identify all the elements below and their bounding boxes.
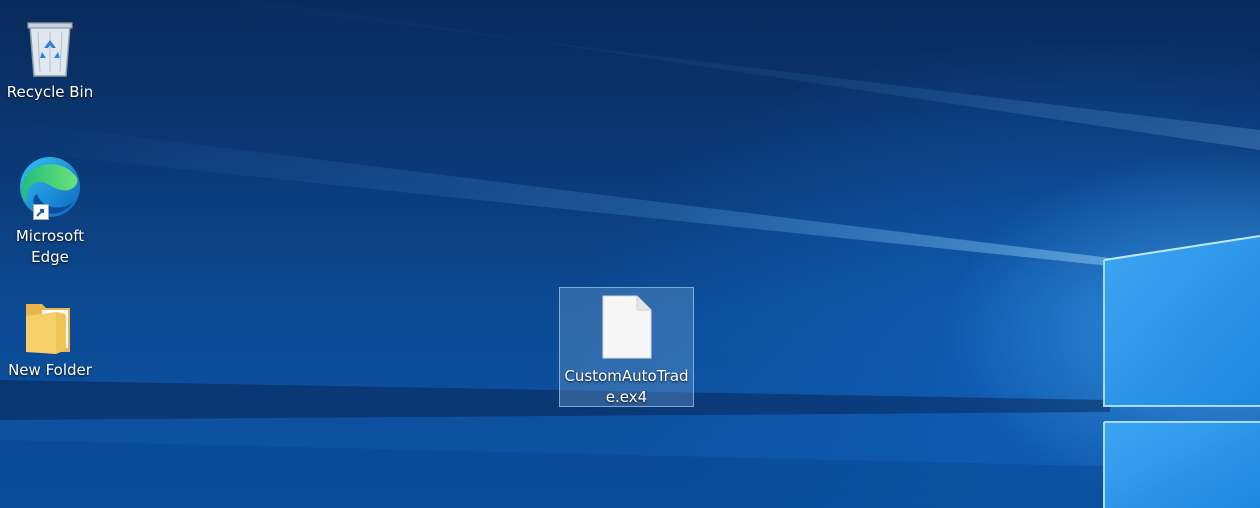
wallpaper (0, 0, 1260, 508)
light-beam (0, 380, 1110, 420)
window-pane (1104, 422, 1260, 508)
icon-label: New Folder (8, 361, 92, 379)
desktop-icon-new-folder[interactable]: New Folder (0, 296, 100, 381)
icon-label: CustomAutoTrade.ex4 (564, 367, 689, 406)
blank-file-icon (602, 295, 651, 359)
light-beam (200, 0, 1260, 150)
shortcut-arrow-icon (33, 204, 49, 220)
desktop[interactable]: Recycle Bin Microsoft Edge New Folder Cu… (0, 0, 1260, 508)
window-pane (1104, 236, 1260, 406)
folder-icon (26, 304, 70, 354)
icon-label: Microsoft Edge (15, 227, 85, 266)
light-beam (0, 440, 1260, 508)
light-beam (0, 120, 1110, 266)
desktop-icon-customautotrade-file[interactable]: CustomAutoTrade.ex4 (559, 287, 694, 407)
recycle-bin-icon (27, 22, 73, 77)
edge-icon (20, 157, 80, 217)
desktop-icon-recycle-bin[interactable]: Recycle Bin (0, 18, 100, 103)
icon-label: Recycle Bin (6, 83, 94, 101)
desktop-icon-microsoft-edge[interactable]: Microsoft Edge (0, 152, 100, 268)
